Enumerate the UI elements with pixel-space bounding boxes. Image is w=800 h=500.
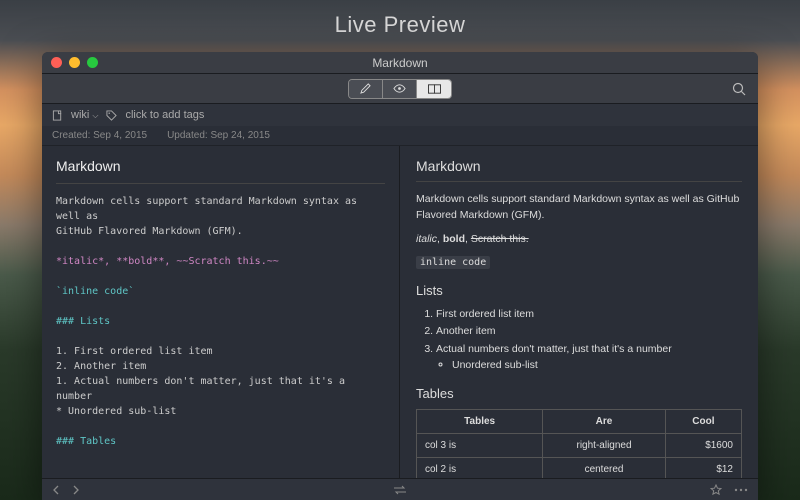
- split-mode-button[interactable]: [417, 80, 451, 98]
- prev-button[interactable]: [52, 485, 60, 495]
- preview-styles: italic, bold, Scratch this.: [416, 232, 742, 248]
- toolbar: [42, 74, 758, 104]
- statusbar: [42, 478, 758, 500]
- preview-heading: Markdown: [416, 156, 742, 182]
- source-lists-head: ### Lists: [56, 314, 385, 329]
- eye-icon: [393, 83, 406, 94]
- banner-title: Live Preview: [0, 12, 800, 38]
- source-table-text: | Tables | Are | Cool | | ------------- …: [56, 464, 385, 478]
- sync-icon: [393, 485, 407, 495]
- source-intro: Markdown cells support standard Markdown…: [56, 194, 385, 239]
- preview-table: TablesAreCool col 3 isright-aligned$1600…: [416, 409, 742, 478]
- preview-tables-head: Tables: [416, 384, 742, 404]
- list-item: Unordered sub-list: [452, 358, 742, 374]
- tag-bar: wiki ⌵ click to add tags: [42, 104, 758, 126]
- created-date: Created: Sep 4, 2015: [52, 130, 147, 141]
- preview-ol: First ordered list item Another item Act…: [436, 307, 742, 374]
- source-tables-head: ### Tables: [56, 434, 385, 449]
- view-mode-segmented: [348, 79, 452, 99]
- list-item: Actual numbers don't matter, just that i…: [436, 342, 742, 374]
- search-icon: [732, 82, 746, 96]
- sync-button[interactable]: [393, 485, 407, 495]
- meta-bar: Created: Sep 4, 2015 Updated: Sep 24, 20…: [42, 126, 758, 146]
- titlebar: Markdown: [42, 52, 758, 74]
- source-rule: [56, 183, 385, 184]
- chevron-right-icon: [72, 485, 80, 495]
- preview-mode-button[interactable]: [383, 80, 417, 98]
- note-icon: [52, 110, 63, 121]
- list-item: First ordered list item: [436, 307, 742, 323]
- source-heading: Markdown: [56, 156, 385, 177]
- app-window: Markdown wiki ⌵ click to add tags Cre: [42, 52, 758, 500]
- favorite-button[interactable]: [710, 484, 722, 496]
- search-button[interactable]: [732, 82, 746, 96]
- updated-date: Updated: Sep 24, 2015: [167, 130, 270, 141]
- source-styles-line: *italic*, **bold**, ~~Scratch this.~~: [56, 254, 385, 269]
- table-row: col 3 isright-aligned$1600: [417, 434, 742, 458]
- preview-code: inline code: [416, 255, 742, 271]
- window-title: Markdown: [42, 56, 758, 70]
- split-icon: [428, 84, 441, 94]
- more-button[interactable]: [734, 488, 748, 492]
- list-item: Another item: [436, 324, 742, 340]
- notebook-dropdown[interactable]: wiki ⌵: [71, 109, 98, 121]
- preview-pane[interactable]: Markdown Markdown cells support standard…: [400, 146, 758, 478]
- content-split: Markdown Markdown cells support standard…: [42, 146, 758, 478]
- pencil-icon: [360, 83, 371, 94]
- star-icon: [710, 484, 722, 496]
- table-row: col 2 iscentered$12: [417, 458, 742, 479]
- next-button[interactable]: [72, 485, 80, 495]
- preview-intro: Markdown cells support standard Markdown…: [416, 192, 742, 224]
- tag-icon: [106, 110, 117, 121]
- add-tags-field[interactable]: click to add tags: [125, 109, 204, 121]
- more-icon: [734, 488, 748, 492]
- source-code-line: `inline code`: [56, 284, 385, 299]
- source-ol: 1. First ordered list item 2. Another it…: [56, 344, 385, 419]
- chevron-left-icon: [52, 485, 60, 495]
- chevron-down-icon: ⌵: [92, 111, 98, 120]
- source-pane[interactable]: Markdown Markdown cells support standard…: [42, 146, 400, 478]
- preview-lists-head: Lists: [416, 281, 742, 301]
- table-row: TablesAreCool: [417, 410, 742, 434]
- edit-mode-button[interactable]: [349, 80, 383, 98]
